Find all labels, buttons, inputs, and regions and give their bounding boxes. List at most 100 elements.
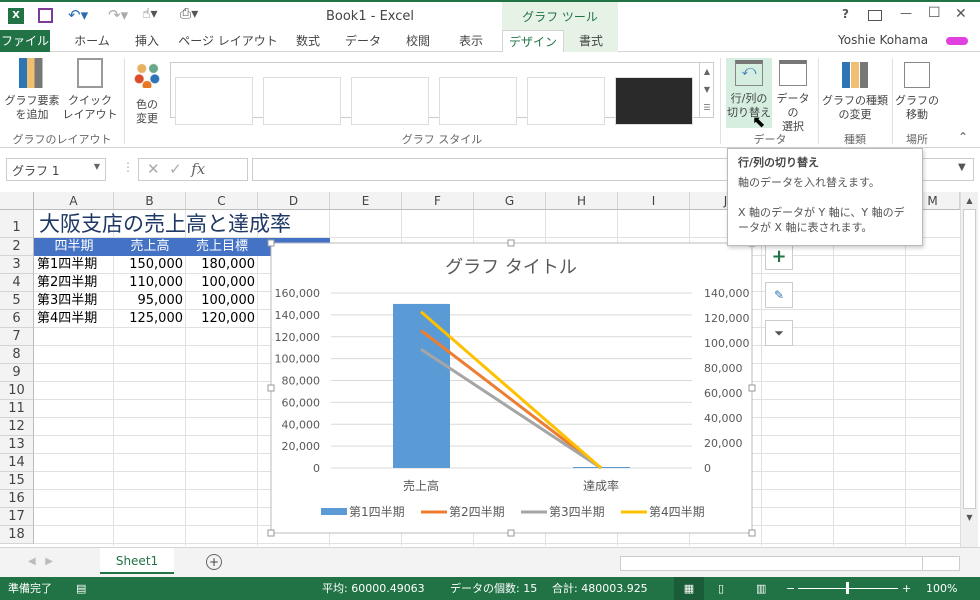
column-header-I[interactable]: I (618, 192, 690, 210)
user-avatar-icon[interactable] (946, 37, 968, 45)
row-header-1[interactable]: 1 (0, 210, 34, 238)
add-chart-element-button[interactable]: グラフ要素 を追加 (4, 58, 60, 122)
horizontal-scrollbar[interactable] (620, 556, 960, 571)
data-cell[interactable]: 150,000 (114, 256, 186, 274)
user-name[interactable]: Yoshie Kohama (838, 33, 928, 47)
normal-view-icon[interactable]: ▦ (674, 577, 704, 600)
chart-style-3[interactable] (351, 77, 429, 125)
maximize-button[interactable]: ☐ (928, 5, 941, 21)
chart[interactable]: グラフ タイトル 0 20,000 40,000 60,000 80,000 100,000… (266, 238, 758, 538)
header-cell-target[interactable]: 売上目標 (186, 238, 258, 256)
macro-record-icon[interactable]: ▤ (76, 577, 86, 600)
change-chart-type-button[interactable]: グラフの種類 の変更 (820, 58, 890, 122)
chart-style-2[interactable] (263, 77, 341, 125)
gallery-scroll[interactable]: ▲ ▼ ☰ (699, 63, 714, 117)
row-header-15[interactable]: 15 (0, 472, 34, 490)
collapse-ribbon-icon[interactable]: ⌃ (958, 130, 968, 144)
minimize-button[interactable]: — (900, 6, 912, 20)
row-header-3[interactable]: 3 (0, 256, 34, 274)
chart-elements-plus-icon[interactable]: + (765, 244, 793, 270)
page-break-view-icon[interactable]: ▥ (756, 577, 766, 600)
data-cell[interactable]: 100,000 (186, 292, 258, 310)
data-cell[interactable]: 125,000 (114, 310, 186, 328)
select-data-button[interactable]: データの 選択 (772, 58, 814, 134)
tab-file[interactable]: ファイル (0, 30, 50, 52)
row-header-8[interactable]: 8 (0, 346, 34, 364)
row-header-2[interactable]: 2 (0, 238, 34, 256)
select-all-corner[interactable] (0, 192, 34, 210)
chart-styles-brush-icon[interactable]: ✎ (765, 282, 793, 308)
data-cell[interactable]: 第1四半期 (34, 256, 114, 274)
vertical-scrollbar[interactable]: ▲ ▼ (960, 192, 978, 547)
row-header-17[interactable]: 17 (0, 508, 34, 526)
chart-style-5[interactable] (527, 77, 605, 125)
move-chart-button[interactable]: グラフの 移動 (894, 58, 940, 122)
row-header-9[interactable]: 9 (0, 364, 34, 382)
tab-review[interactable]: 校閲 (396, 30, 440, 52)
tab-home[interactable]: ホーム (66, 30, 118, 52)
data-cell[interactable]: 100,000 (186, 274, 258, 292)
touch-mode-icon[interactable]: ☝▾ (142, 6, 158, 22)
column-header-D[interactable]: D (258, 192, 330, 210)
row-header-10[interactable]: 10 (0, 382, 34, 400)
close-button[interactable]: ✕ (955, 6, 967, 22)
row-header-7[interactable]: 7 (0, 328, 34, 346)
help-button[interactable]: ? (842, 7, 849, 21)
row-header-18[interactable]: 18 (0, 526, 34, 544)
zoom-slider-thumb[interactable] (846, 582, 849, 594)
enter-icon[interactable]: ✓ (169, 160, 182, 178)
undo-icon[interactable]: ↶▾ (68, 6, 88, 24)
column-header-H[interactable]: H (546, 192, 618, 210)
tab-formulas[interactable]: 数式 (286, 30, 330, 52)
tab-insert[interactable]: 挿入 (124, 30, 170, 52)
insert-function-icon[interactable]: fx (191, 160, 205, 178)
quick-layout-button[interactable]: クイック レイアウト (62, 58, 118, 122)
tab-design[interactable]: デザイン (502, 30, 564, 53)
save-icon[interactable] (38, 8, 53, 23)
sheet-tab-sheet1[interactable]: Sheet1 (100, 548, 174, 574)
chart-filter-icon[interactable]: ⏷ (765, 320, 793, 346)
zoom-level[interactable]: 100% (926, 577, 957, 600)
column-header-F[interactable]: F (402, 192, 474, 210)
tab-format[interactable]: 書式 (564, 30, 618, 52)
data-cell[interactable]: 95,000 (114, 292, 186, 310)
chart-style-6[interactable] (615, 77, 693, 125)
column-header-A[interactable]: A (34, 192, 114, 210)
data-cell[interactable]: 第3四半期 (34, 292, 114, 310)
header-cell-quarter[interactable]: 四半期 (34, 238, 114, 256)
row-header-14[interactable]: 14 (0, 454, 34, 472)
column-header-G[interactable]: G (474, 192, 546, 210)
tab-data[interactable]: データ (336, 30, 390, 52)
cancel-icon[interactable]: ✕ (147, 160, 160, 178)
tab-page-layout[interactable]: ページ レイアウト (176, 30, 280, 52)
page-layout-view-icon[interactable]: ▯ (718, 577, 724, 600)
chart-style-4[interactable] (439, 77, 517, 125)
chart-styles-gallery[interactable]: ▲ ▼ ☰ (170, 62, 714, 125)
zoom-out-icon[interactable]: − (786, 577, 795, 600)
ribbon-display-options-icon[interactable] (868, 10, 882, 21)
expand-formula-icon[interactable]: ▼ (958, 162, 966, 173)
zoom-in-icon[interactable]: + (902, 577, 911, 600)
row-header-16[interactable]: 16 (0, 490, 34, 508)
redo-icon[interactable]: ↷▾ (108, 6, 128, 24)
row-header-5[interactable]: 5 (0, 292, 34, 310)
data-cell[interactable]: 120,000 (186, 310, 258, 328)
row-header-12[interactable]: 12 (0, 418, 34, 436)
column-header-B[interactable]: B (114, 192, 186, 210)
change-colors-button[interactable]: 色の 変更 (126, 58, 168, 126)
sheet-title-cell[interactable]: 大阪支店の売上高と達成率 (36, 210, 294, 238)
column-header-E[interactable]: E (330, 192, 402, 210)
tab-view[interactable]: 表示 (446, 30, 496, 52)
data-cell[interactable]: 180,000 (186, 256, 258, 274)
chart-style-1[interactable] (175, 77, 253, 125)
column-header-C[interactable]: C (186, 192, 258, 210)
new-sheet-icon[interactable]: + (206, 554, 222, 570)
prev-sheet-icon[interactable]: ◀ ▶ (28, 556, 53, 567)
row-header-13[interactable]: 13 (0, 436, 34, 454)
data-cell[interactable]: 第2四半期 (34, 274, 114, 292)
row-header-6[interactable]: 6 (0, 310, 34, 328)
data-cell[interactable]: 第4四半期 (34, 310, 114, 328)
row-header-4[interactable]: 4 (0, 274, 34, 292)
header-cell-sales[interactable]: 売上高 (114, 238, 186, 256)
quick-print-icon[interactable]: ⎙▾ (180, 6, 198, 22)
